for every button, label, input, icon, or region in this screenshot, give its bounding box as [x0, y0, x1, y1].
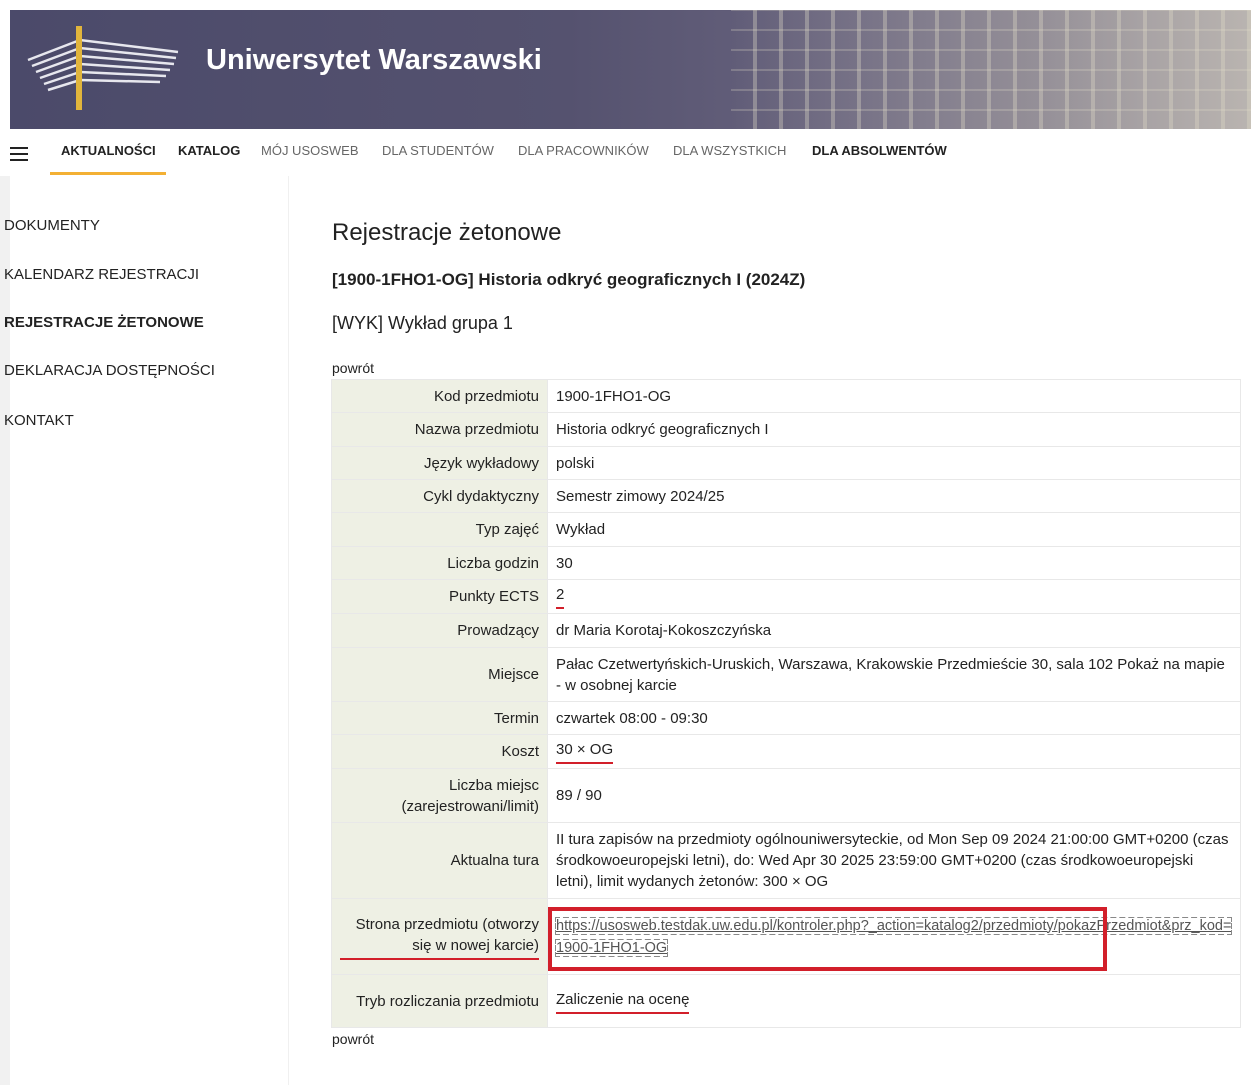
- back-link-bottom[interactable]: powrót: [332, 1031, 374, 1047]
- nav-item-moj-usosweb[interactable]: MÓJ USOSWEB: [261, 143, 359, 158]
- nav-item-dla-absolwentow[interactable]: DLA ABSOLWENTÓW: [812, 143, 947, 158]
- university-logo-icon[interactable]: [18, 18, 188, 118]
- active-tab-indicator: [50, 172, 166, 175]
- row-key: Typ zajęć: [331, 512, 548, 547]
- cost-value: 30 × OG: [556, 739, 614, 764]
- table-row: Typ zajęć Wykład: [331, 512, 1241, 547]
- table-row: Termin czwartek 08:00 - 09:30: [331, 701, 1241, 735]
- row-key: Cykl dydaktyczny: [331, 479, 548, 513]
- row-key: Aktualna tura: [331, 822, 548, 899]
- row-value: polski: [547, 446, 1241, 480]
- table-row: Nazwa przedmiotu Historia odkryć geografi…: [331, 412, 1241, 447]
- row-key: Liczba miejsc (zarejestrowani/limit): [331, 768, 548, 823]
- row-value: Semestr zimowy 2024/25: [547, 479, 1241, 513]
- building-illustration: [731, 10, 1251, 129]
- table-row: Aktualna tura II tura zapisów na przedmio…: [331, 822, 1241, 899]
- table-row: Punkty ECTS 2: [331, 579, 1241, 614]
- nav-item-aktualnosci[interactable]: AKTUALNOŚCI: [61, 143, 156, 158]
- row-value: czwartek 08:00 - 09:30: [547, 701, 1241, 735]
- sidebar-item-dokumenty[interactable]: DOKUMENTY: [4, 217, 274, 234]
- row-key: Tryb rozliczania przedmiotu: [331, 974, 548, 1028]
- nav-item-dla-studentow[interactable]: DLA STUDENTÓW: [382, 143, 494, 158]
- sidebar-item-kalendarz-rejestracji[interactable]: KALENDARZ REJESTRACJI: [4, 266, 274, 283]
- table-row: Tryb rozliczania przedmiotu Zaliczenie na…: [331, 974, 1241, 1028]
- nav-item-dla-pracownikow[interactable]: DLA PRACOWNIKÓW: [518, 143, 649, 158]
- row-value: 1900-1FHO1-OG: [547, 379, 1241, 413]
- row-key: Koszt: [331, 734, 548, 769]
- row-key: Punkty ECTS: [331, 579, 548, 614]
- course-page-key: Strona przedmiotu (otworzy się w nowej k…: [340, 914, 539, 960]
- table-row: Liczba godzin 30: [331, 546, 1241, 580]
- table-row: Cykl dydaktyczny Semestr zimowy 2024/25: [331, 479, 1241, 513]
- page-title: Rejestracje żetonowe: [332, 219, 562, 246]
- sidebar: DOKUMENTY KALENDARZ REJESTRACJI REJESTRA…: [4, 176, 288, 1085]
- row-key: Miejsce: [331, 647, 548, 702]
- main-nav: AKTUALNOŚCI KATALOG MÓJ USOSWEB DLA STUD…: [10, 129, 1251, 177]
- nav-item-katalog[interactable]: KATALOG: [178, 143, 240, 158]
- sidebar-item-rejestracje-zetonowe[interactable]: REJESTRACJE ŻETONOWE: [4, 314, 274, 331]
- table-row: Miejsce Pałac Czetwertyńskich-Uruskich, W…: [331, 647, 1241, 702]
- settlement-mode-value: Zaliczenie na ocenę: [556, 989, 690, 1014]
- row-key: Kod przedmiotu: [331, 379, 548, 413]
- ects-value: 2: [556, 584, 565, 609]
- table-row: Prowadzący dr Maria Korotaj-Kokoszczyńska: [331, 613, 1241, 648]
- table-row: Koszt 30 × OG: [331, 734, 1241, 769]
- row-key: Nazwa przedmiotu: [331, 412, 548, 447]
- row-value: 30: [547, 546, 1241, 580]
- row-key: Język wykładowy: [331, 446, 548, 480]
- row-value[interactable]: Pałac Czetwertyńskich-Uruskich, Warszawa…: [547, 647, 1241, 702]
- highlight-box: [548, 907, 1107, 971]
- row-value: Wykład: [547, 512, 1241, 547]
- nav-item-dla-wszystkich[interactable]: DLA WSZYSTKICH: [673, 143, 786, 158]
- group-heading: [WYK] Wykład grupa 1: [332, 313, 513, 333]
- table-row: Język wykładowy polski: [331, 446, 1241, 480]
- sidebar-item-kontakt[interactable]: KONTAKT: [4, 412, 274, 429]
- row-key: Termin: [331, 701, 548, 735]
- header-banner: Uniwersytet Warszawski: [10, 10, 1251, 129]
- row-value: dr Maria Korotaj-Kokoszczyńska: [547, 613, 1241, 648]
- row-value: Historia odkryć geograficznych I: [547, 412, 1241, 447]
- row-value: II tura zapisów na przedmioty ogólnouniw…: [547, 822, 1241, 899]
- sidebar-divider: [288, 176, 289, 1085]
- row-key: Prowadzący: [331, 613, 548, 648]
- row-value: 89 / 90: [547, 768, 1241, 823]
- university-title[interactable]: Uniwersytet Warszawski: [206, 44, 542, 77]
- left-gutter: [0, 176, 10, 1085]
- course-heading: [1900-1FHO1-OG] Historia odkryć geografi…: [332, 270, 806, 289]
- back-link-top[interactable]: powrót: [332, 360, 374, 376]
- row-key: Liczba godzin: [331, 546, 548, 580]
- table-row: Kod przedmiotu 1900-1FHO1-OG: [331, 379, 1241, 413]
- menu-icon[interactable]: [10, 147, 28, 161]
- sidebar-item-deklaracja-dostepnosci[interactable]: DEKLARACJA DOSTĘPNOŚCI: [4, 362, 274, 379]
- table-row: Liczba miejsc (zarejestrowani/limit) 89 /…: [331, 768, 1241, 823]
